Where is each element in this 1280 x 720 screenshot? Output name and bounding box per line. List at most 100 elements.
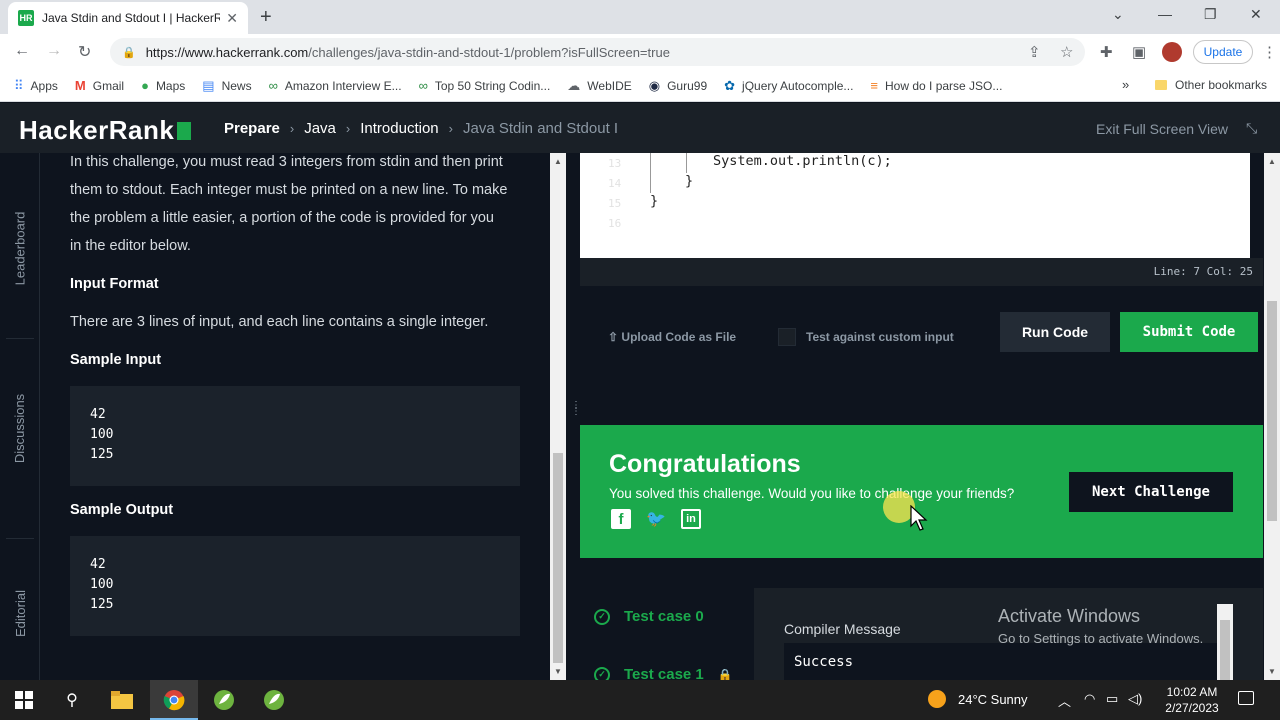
compiler-message-label: Compiler Message [784,621,901,637]
battery-icon[interactable]: ▭ [1106,691,1118,707]
input-format-heading: Input Format [70,276,159,292]
test-case-0[interactable]: ✓ Test case 0 [594,608,704,625]
bookmark-amazon-interview[interactable]: ∞ Amazon Interview E... [269,78,402,93]
logo-square-icon [177,122,192,140]
profile-avatar[interactable] [1162,42,1182,62]
sample-input-block: 42 100 125 [70,386,520,486]
address-bar[interactable]: 🔒 https://www.hackerrank.com/challenges/… [110,38,1085,66]
scroll-up-icon[interactable]: ▲ [1268,157,1276,166]
update-button[interactable]: Update [1193,40,1253,64]
editor-status-bar: Line: 7 Col: 25 [580,258,1263,286]
hackerrank-header: HackerRank Prepare › Java › Introduction… [0,103,1280,153]
bookmark-gmail[interactable]: M Gmail [75,78,124,93]
linkedin-icon[interactable]: in [681,509,701,529]
close-window-icon[interactable]: ✕ [1250,6,1262,23]
wifi-icon[interactable]: ◠ [1084,691,1095,707]
stackoverflow-icon: ≡ [870,78,879,93]
problem-scrollbar[interactable]: ▲ ▼ [550,153,566,680]
facebook-icon[interactable]: f [611,509,631,529]
tab-discussions[interactable]: Discussions [0,373,40,483]
scrollbar-thumb[interactable] [1267,301,1277,521]
share-icon[interactable]: ⇪ [1028,43,1041,61]
results-scrollbar[interactable] [1217,604,1233,680]
tab-search-chevron-icon[interactable]: ⌄ [1112,6,1124,23]
browser-tab-active[interactable]: HR Java Stdin and Stdout I | HackerR ✕ [8,2,248,34]
scroll-up-icon[interactable]: ▲ [554,157,562,166]
sample-output-block: 42 100 125 [70,536,520,636]
spring-tool-icon[interactable] [262,688,286,712]
close-tab-icon[interactable]: ✕ [226,10,238,27]
bookmark-webide[interactable]: ☁ WebIDE [567,78,631,94]
scrollbar-thumb[interactable] [553,453,563,663]
scroll-down-icon[interactable]: ▼ [1268,667,1276,676]
notifications-icon[interactable] [1238,691,1254,705]
extensions-puzzle-icon[interactable]: ✚ [1100,43,1113,61]
bookmark-apps[interactable]: ⠿ Apps [14,78,58,94]
side-panel-icon[interactable]: ▣ [1132,43,1146,61]
chevron-right-icon: › [448,121,453,136]
breadcrumb-prepare[interactable]: Prepare [224,120,280,137]
tab-editorial[interactable]: Editorial [0,563,40,663]
bookmark-guru99[interactable]: ◉ Guru99 [649,78,707,94]
menu-kebab-icon[interactable]: ⋮ [1262,43,1277,61]
exit-fullscreen-link[interactable]: Exit Full Screen View [1096,121,1228,137]
geeks-icon: ∞ [268,78,278,93]
indent-guide [686,153,687,173]
file-explorer-icon[interactable] [110,688,134,712]
activate-windows-watermark: Activate Windows Go to Settings to activ… [998,606,1204,646]
code-editor[interactable]: 13 14 15 16 System.out.println(c); } } [580,153,1250,258]
bookmarks-more-chevron[interactable]: » [1122,77,1129,92]
browser-toolbar: ← → ↻ 🔒 https://www.hackerrank.com/chall… [0,34,1280,70]
hackerrank-favicon-icon: HR [18,10,34,26]
chrome-icon[interactable] [162,688,186,712]
restore-icon[interactable]: ❐ [1204,6,1217,23]
reload-icon[interactable]: ↻ [78,42,91,62]
bookmark-top50-string[interactable]: ∞ Top 50 String Codin... [419,78,551,93]
scrollbar-thumb[interactable] [1220,620,1230,680]
forward-arrow-icon[interactable]: → [46,42,62,60]
page-scrollbar[interactable]: ▲ ▼ [1264,153,1280,680]
sun-icon [928,690,946,708]
next-challenge-button[interactable]: Next Challenge [1069,472,1233,512]
twitter-icon[interactable]: 🐦 [646,509,666,529]
breadcrumb-introduction[interactable]: Introduction [360,120,438,137]
bookmark-news[interactable]: ▤ News [202,78,251,94]
tab-leaderboard[interactable]: Leaderboard [0,193,40,303]
volume-icon[interactable]: ◁) [1128,691,1142,707]
code-line: } [650,193,659,209]
upload-code-link[interactable]: ⇧ Upload Code as File [608,330,736,344]
divider [6,538,34,539]
panel-resize-handle[interactable]: ⋮ ⋮ [566,153,581,680]
taskbar-clock[interactable]: 10:02 AM 2/27/2023 [1160,684,1224,716]
custom-input-checkbox[interactable] [778,328,796,346]
scroll-down-icon[interactable]: ▼ [554,667,562,676]
minimize-icon[interactable]: — [1158,6,1172,22]
bookmarks-bar: ⠿ Apps M Gmail ● Maps ▤ News ∞ Amazon Intervi… [0,70,1280,102]
new-tab-plus-icon[interactable]: + [260,6,272,29]
run-code-button[interactable]: Run Code [1000,312,1110,352]
chevron-up-icon[interactable]: ︿ [1058,691,1071,710]
weather-widget[interactable]: 24°C Sunny [928,690,1028,708]
indent-guide [650,153,651,193]
folder-icon [1155,80,1167,90]
collapse-arrows-icon[interactable]: ⤡ [1246,120,1257,137]
breadcrumb-java[interactable]: Java [304,120,336,137]
sample-input-heading: Sample Input [70,352,162,368]
bookmark-maps[interactable]: ● Maps [141,78,185,93]
bookmark-parse-json[interactable]: ≡ How do I parse JSO... [870,78,1002,93]
test-case-list: ✓ Test case 0 ✓ Test case 1 🔒 [580,588,754,683]
vertical-tabs: Leaderboard Discussions Editorial [0,153,40,680]
chevron-right-icon: › [289,121,295,136]
bookmark-star-icon[interactable]: ☆ [1060,43,1073,61]
other-bookmarks[interactable]: Other bookmarks [1155,78,1267,92]
bookmark-jquery[interactable]: ✿ jQuery Autocomple... [724,78,853,94]
search-icon[interactable]: ⚲ [60,688,84,712]
check-circle-icon: ✓ [594,608,610,625]
submit-code-button[interactable]: Submit Code [1120,312,1258,352]
windows-start-icon[interactable] [12,688,36,712]
back-arrow-icon[interactable]: ← [14,42,30,60]
hackerrank-logo[interactable]: HackerRank [19,115,192,146]
apps-grid-icon: ⠿ [14,77,24,93]
spring-tool-icon[interactable] [212,688,236,712]
input-format-text: There are 3 lines of input, and each lin… [70,314,489,330]
